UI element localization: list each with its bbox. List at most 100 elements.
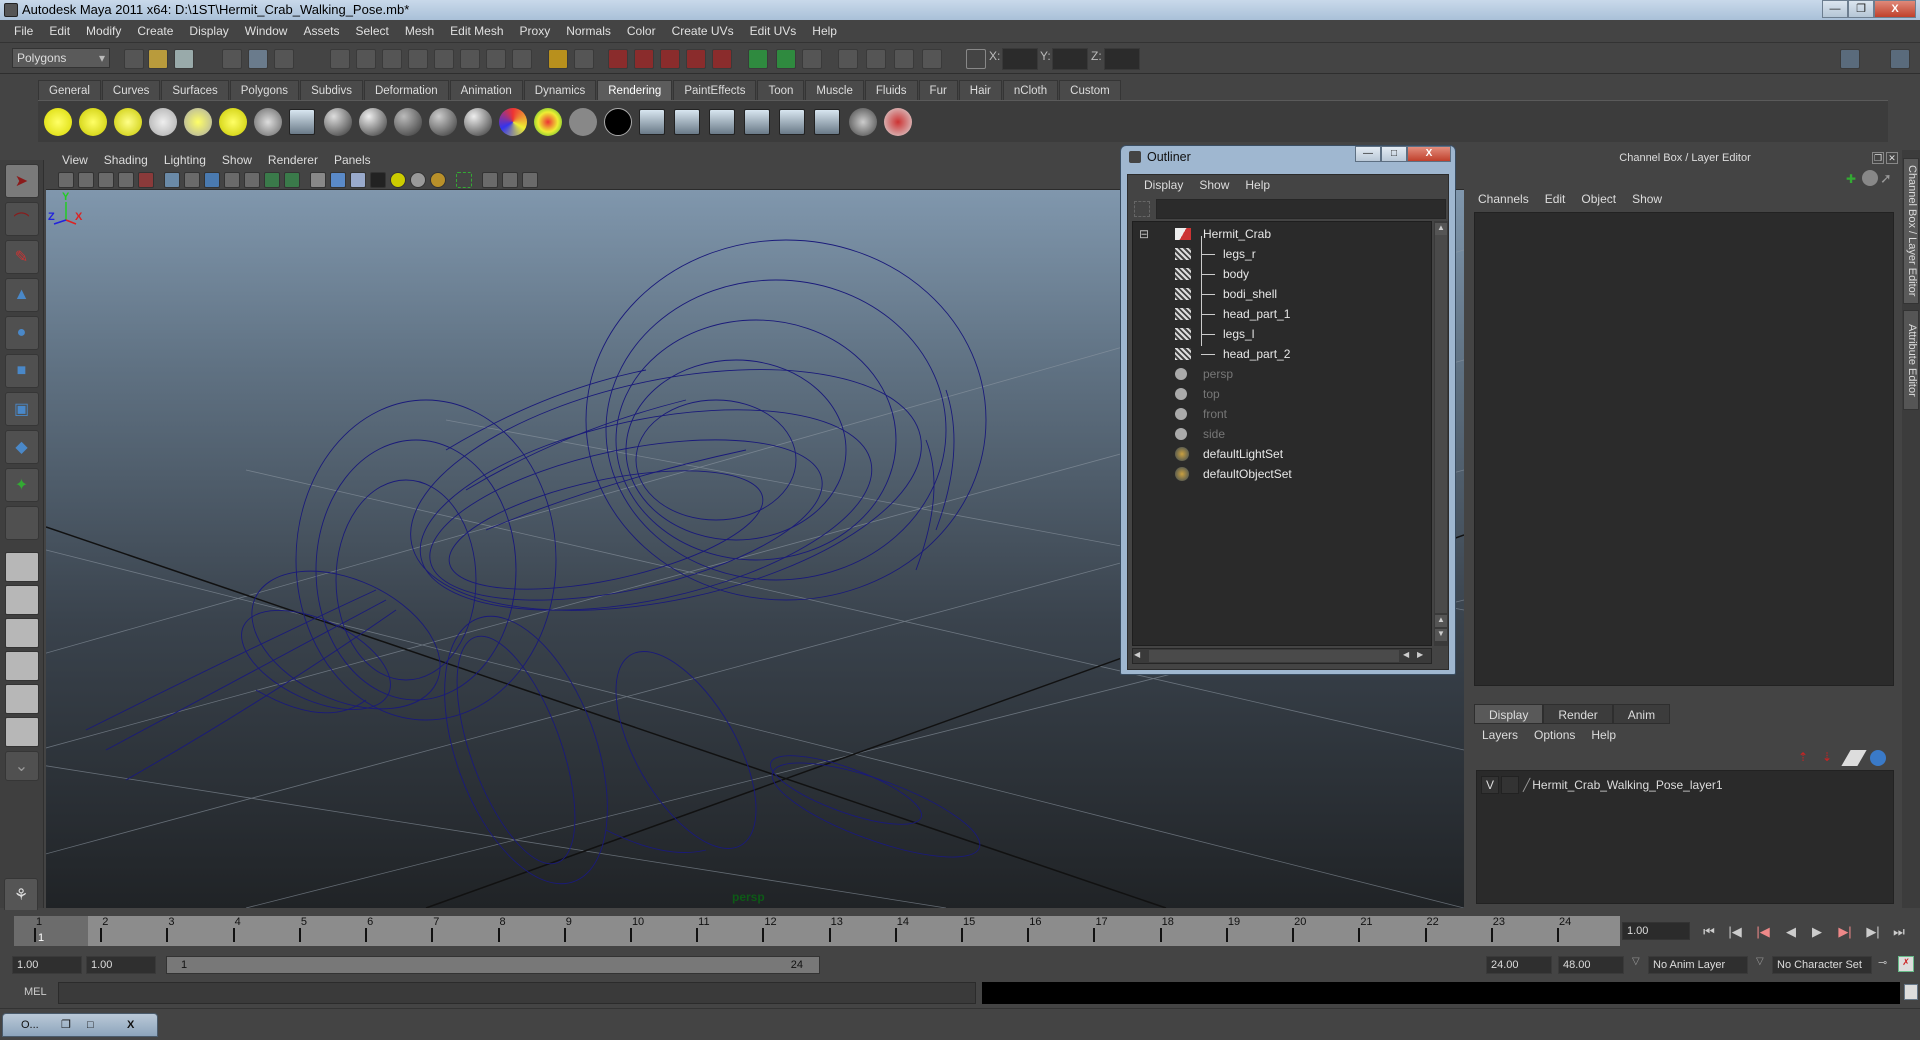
input-line-mode-icon[interactable] xyxy=(748,49,768,69)
outliner-item[interactable]: head_part_2 xyxy=(1133,344,1431,364)
lasso-tool-icon[interactable]: ⌒ xyxy=(4,202,39,236)
panel-menu-view[interactable]: View xyxy=(54,153,96,167)
use-background-icon[interactable] xyxy=(604,107,632,136)
anisotropic-icon[interactable] xyxy=(464,107,492,136)
ramp-shader-icon[interactable] xyxy=(499,107,527,136)
image-plane-icon[interactable] xyxy=(118,172,134,188)
float-panel-icon[interactable]: ❐ xyxy=(1872,152,1884,164)
render-view-icon[interactable] xyxy=(814,108,840,135)
lock-icon[interactable] xyxy=(548,49,568,69)
minimized-restore-icon[interactable]: ❐ xyxy=(61,1014,71,1036)
safe-title-icon[interactable] xyxy=(284,172,300,188)
outliner-menu-display[interactable]: Display xyxy=(1136,178,1191,192)
render-current-frame-icon[interactable] xyxy=(608,49,628,69)
select-by-object-type-icon[interactable] xyxy=(248,49,268,69)
open-scene-icon[interactable] xyxy=(148,49,168,69)
shelf-tab-fur[interactable]: Fur xyxy=(918,80,958,100)
go-to-start-button[interactable]: ⏮ xyxy=(1698,924,1720,940)
wireframe-on-shaded-icon[interactable] xyxy=(350,172,366,188)
create-layer-from-selected-icon[interactable] xyxy=(1870,750,1886,766)
menu-display[interactable]: Display xyxy=(181,24,236,38)
panel-menu-lighting[interactable]: Lighting xyxy=(156,153,214,167)
outliner-item[interactable]: defaultLightSet xyxy=(1133,444,1431,464)
menu-modify[interactable]: Modify xyxy=(78,24,129,38)
ambient-light-icon[interactable] xyxy=(44,107,72,136)
attribute-editor-toggle-icon[interactable] xyxy=(838,49,858,69)
ipr-render-icon[interactable] xyxy=(674,108,700,135)
hypershade-window-icon[interactable] xyxy=(779,108,805,135)
manipulator-axes-icon[interactable]: ✚ xyxy=(1846,172,1860,186)
outliner-close-button[interactable]: X xyxy=(1407,146,1451,162)
channel-menu-channels[interactable]: Channels xyxy=(1478,192,1529,206)
menu-edit[interactable]: Edit xyxy=(41,24,78,38)
pin-arrow-icon[interactable]: ➚ xyxy=(1880,170,1896,186)
x-field[interactable] xyxy=(1002,48,1038,70)
shelf-tab-painteffects[interactable]: PaintEffects xyxy=(673,80,757,100)
two-d-pan-zoom-icon[interactable] xyxy=(138,172,154,188)
layer-name[interactable]: Hermit_Crab_Walking_Pose_layer1 xyxy=(1532,778,1722,792)
input-line-rename-icon[interactable] xyxy=(776,49,796,69)
layer-display-type-toggle[interactable] xyxy=(1501,776,1519,794)
current-frame-highlight[interactable] xyxy=(14,916,88,946)
paint-effects-icon[interactable] xyxy=(884,107,912,136)
spot-light-icon[interactable] xyxy=(149,107,177,136)
shelf-tab-dynamics[interactable]: Dynamics xyxy=(523,80,597,100)
layered-shader-icon[interactable] xyxy=(534,107,562,136)
outliner-horizontal-scroll-thumb[interactable] xyxy=(1149,650,1399,662)
move-layer-down-icon[interactable]: ⇣ xyxy=(1822,750,1838,766)
menu-mesh[interactable]: Mesh xyxy=(397,24,442,38)
scroll-down-arrow-icon[interactable]: ▼ xyxy=(1435,629,1447,641)
menu-set-dropdown[interactable]: Polygons xyxy=(12,48,110,68)
anim-layer-field[interactable]: No Anim Layer xyxy=(1648,956,1748,974)
universal-manipulator-icon[interactable]: ▣ xyxy=(4,392,39,426)
persp-graph-hypergraph-layout-icon[interactable] xyxy=(4,717,39,747)
layer-tab-anim[interactable]: Anim xyxy=(1612,704,1671,724)
xray-icon[interactable] xyxy=(482,172,498,188)
shadows-icon[interactable] xyxy=(410,172,426,188)
phongE-icon[interactable] xyxy=(394,107,422,136)
play-backwards-button[interactable]: ◀ xyxy=(1780,924,1802,940)
outliner-item[interactable]: bodi_shell xyxy=(1133,284,1431,304)
minimized-maximize-icon[interactable]: □ xyxy=(87,1014,94,1036)
hardware-texturing-icon[interactable] xyxy=(430,172,446,188)
menu-window[interactable]: Window xyxy=(237,24,296,38)
surface-shader-icon[interactable] xyxy=(569,107,597,136)
shelf-tab-general[interactable]: General xyxy=(38,80,101,100)
time-slider-track[interactable]: 1 2 3 4 5 6 7 8 9 10 11 12 13 14 15 16 17 18 19 20 21 22 23 24 1 xyxy=(14,916,1620,946)
create-empty-layer-icon[interactable] xyxy=(1841,750,1867,766)
shelf-tab-animation[interactable]: Animation xyxy=(449,80,523,100)
batch-render-icon[interactable] xyxy=(709,108,735,135)
shelf-tab-toon[interactable]: Toon xyxy=(757,80,805,100)
isolate-select-icon[interactable] xyxy=(456,172,472,188)
shelf-tab-custom[interactable]: Custom xyxy=(1059,80,1121,100)
point-light-icon[interactable] xyxy=(114,107,142,136)
collapse-icon[interactable]: ⊟ xyxy=(1139,224,1149,244)
scroll-left-arrow-icon[interactable]: ◀ xyxy=(1403,650,1415,662)
menu-select[interactable]: Select xyxy=(347,24,396,38)
sidebar-toggle-icon[interactable] xyxy=(802,49,822,69)
menu-create-uvs[interactable]: Create UVs xyxy=(664,24,742,38)
render-settings-icon[interactable] xyxy=(744,108,770,135)
show-channel-box-icon[interactable] xyxy=(1890,49,1910,69)
magnet-icon[interactable] xyxy=(712,49,732,69)
save-scene-icon[interactable] xyxy=(174,49,194,69)
speed-icon[interactable] xyxy=(1862,170,1878,186)
smooth-shade-icon[interactable] xyxy=(330,172,346,188)
field-chart-icon[interactable] xyxy=(244,172,260,188)
outliner-item[interactable]: legs_r xyxy=(1133,244,1431,264)
four-view-layout-icon[interactable] xyxy=(4,585,39,615)
outliner-horizontal-scrollbar[interactable]: ◀ ◀ ▶ xyxy=(1132,648,1432,664)
tab-channel-box-layer-editor[interactable]: Channel Box / Layer Editor xyxy=(1903,158,1919,304)
outliner-item[interactable]: persp xyxy=(1133,364,1431,384)
scroll-up-arrow-icon[interactable]: ▲ xyxy=(1435,223,1447,235)
animation-end-field[interactable]: 48.00 xyxy=(1558,956,1624,974)
panel-menu-show[interactable]: Show xyxy=(214,153,260,167)
xray-active-components-icon[interactable] xyxy=(502,172,518,188)
minimized-close-icon[interactable]: X xyxy=(127,1014,134,1036)
outliner-item[interactable]: front xyxy=(1133,404,1431,424)
auto-key-icon[interactable]: ⊸ xyxy=(1878,956,1887,969)
transform-mode-icon[interactable] xyxy=(966,49,986,69)
playback-range-bar[interactable]: 1 24 xyxy=(166,956,820,974)
select-camera-icon[interactable] xyxy=(58,172,74,188)
z-field[interactable] xyxy=(1104,48,1140,70)
